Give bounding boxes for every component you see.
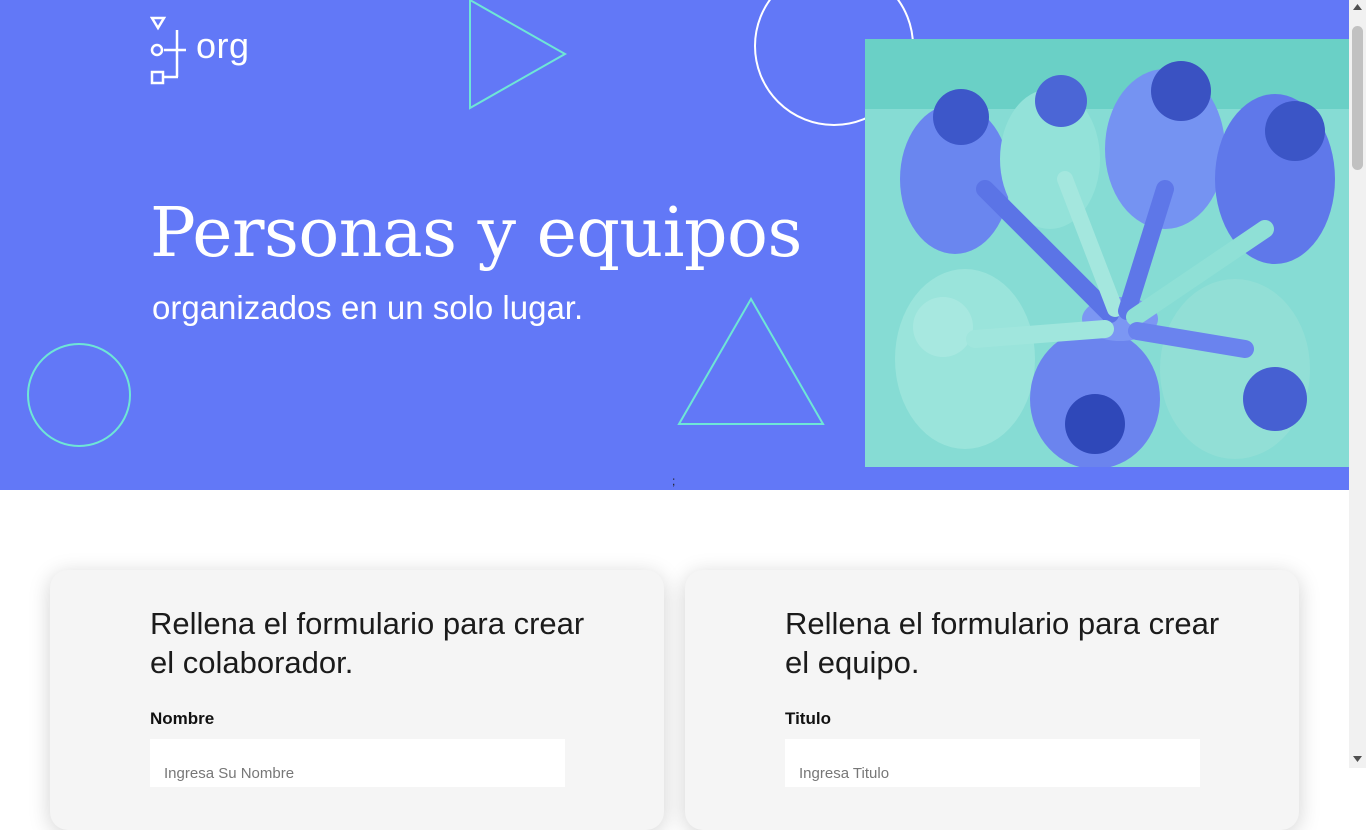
team-hands-photo bbox=[865, 39, 1349, 467]
collaborator-form-card: Rellena el formulario para crear el cola… bbox=[50, 570, 664, 830]
collaborator-form-heading: Rellena el formulario para crear el cola… bbox=[150, 606, 585, 680]
name-input[interactable] bbox=[150, 739, 565, 787]
team-form-card: Rellena el formulario para crear el equi… bbox=[685, 570, 1299, 830]
page-scrollbar[interactable] bbox=[1349, 0, 1366, 768]
left-circle-shape bbox=[27, 343, 131, 447]
team-form-heading: Rellena el formulario para crear el equi… bbox=[785, 606, 1220, 680]
play-triangle-shape bbox=[469, 0, 568, 110]
team-photo-illustration bbox=[865, 39, 1349, 467]
stray-semicolon-text: ; bbox=[672, 474, 676, 488]
scrollbar-thumb[interactable] bbox=[1352, 26, 1363, 170]
name-field-label: Nombre bbox=[150, 709, 215, 728]
bottom-triangle-shape bbox=[677, 296, 825, 425]
hero-banner: org Personas y equipos organizados en un… bbox=[0, 0, 1349, 490]
hero-subtitle: organizados en un solo lugar. bbox=[152, 289, 584, 326]
title-input[interactable] bbox=[785, 739, 1200, 787]
title-field-label: Titulo bbox=[785, 709, 831, 728]
hero-title: Personas y equipos bbox=[150, 194, 802, 273]
logo-text: org bbox=[196, 25, 250, 66]
scroll-down-arrow-icon[interactable] bbox=[1353, 756, 1362, 762]
scroll-up-arrow-icon[interactable] bbox=[1353, 4, 1362, 10]
